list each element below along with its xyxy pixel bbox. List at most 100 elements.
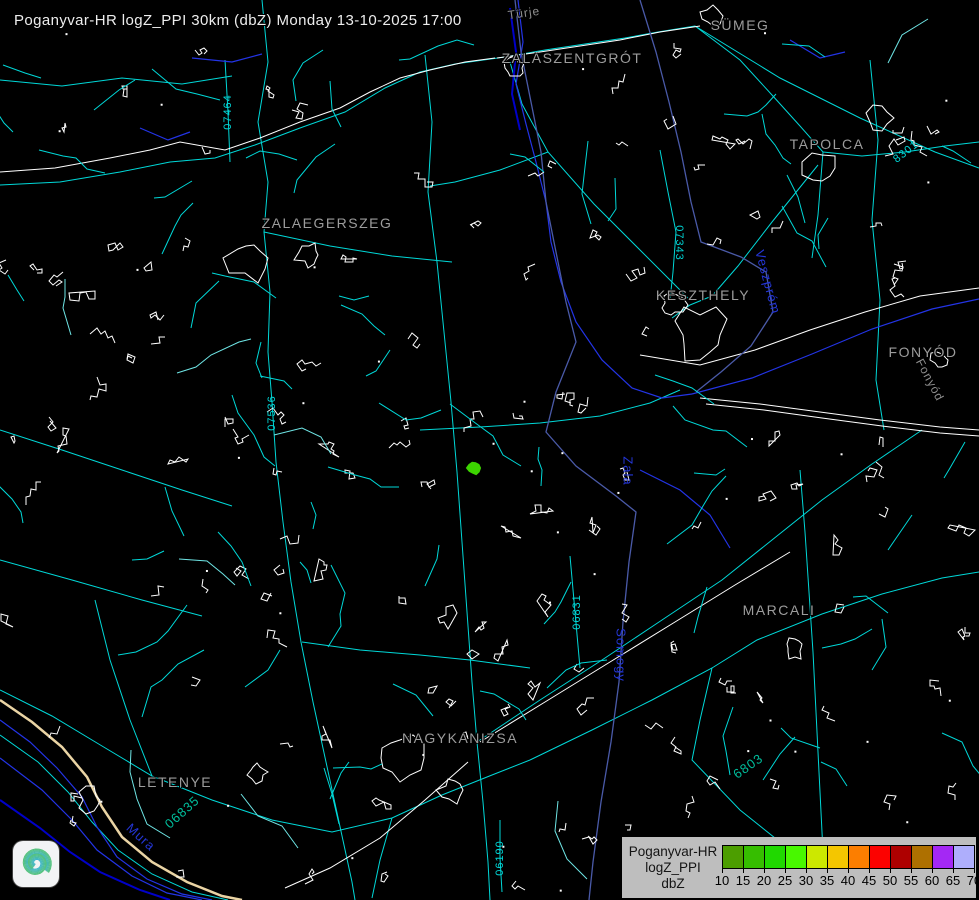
settlement-mark xyxy=(707,238,721,245)
settlement-mark xyxy=(528,681,540,700)
map-road-branch xyxy=(63,279,71,335)
radar-title: Poganyvar-HR logZ_PPI 30km (dbZ) Monday … xyxy=(14,12,462,29)
map-road-line xyxy=(477,430,922,742)
settlement-mark xyxy=(1,614,13,627)
map-road-branch xyxy=(655,375,714,404)
settlement-mark xyxy=(168,457,188,464)
settlement-dot xyxy=(769,720,771,722)
settlement-dot xyxy=(502,846,504,848)
legend-color-bar xyxy=(722,845,975,869)
settlement-mark xyxy=(234,566,249,579)
settlement-mark xyxy=(548,161,556,168)
settlement-mark xyxy=(314,559,327,581)
settlement-mark xyxy=(322,726,332,748)
map-road-line xyxy=(477,742,490,900)
settlement-mark xyxy=(927,126,939,134)
settlement-mark xyxy=(898,261,906,269)
map-road-line xyxy=(672,296,712,318)
map-road-line xyxy=(510,62,690,300)
settlement-mark xyxy=(501,526,521,538)
settlement-mark xyxy=(62,123,66,132)
settlement-mark xyxy=(48,417,56,431)
map-railway-line xyxy=(0,58,495,172)
settlement-mark xyxy=(305,869,314,884)
settlement-mark xyxy=(866,468,877,482)
map-road-branch xyxy=(132,551,164,560)
map-road-line xyxy=(570,556,580,668)
settlement-mark xyxy=(719,678,732,685)
map-road-line xyxy=(0,560,202,616)
settlement-mark xyxy=(438,605,457,629)
settlement-mark xyxy=(712,136,735,149)
map-railway-line xyxy=(706,404,979,436)
settlement-mark xyxy=(750,211,760,219)
met-logo xyxy=(13,841,59,887)
settlement-mark xyxy=(772,221,783,233)
settlement-dot xyxy=(764,32,766,34)
settlement-mark xyxy=(557,392,565,399)
map-road-branch xyxy=(399,40,474,60)
settlement-mark xyxy=(90,377,106,400)
map-road-branch xyxy=(142,650,204,717)
settlement-mark xyxy=(770,779,779,789)
settlement-mark xyxy=(150,312,164,320)
legend-swatch xyxy=(891,846,912,868)
settlement-mark xyxy=(274,565,284,575)
settlement-dot xyxy=(351,857,353,859)
map-road-branch xyxy=(241,794,298,848)
settlement-mark xyxy=(833,535,842,555)
settlement-dot xyxy=(751,438,753,440)
map-road-line xyxy=(425,55,477,742)
map-road-line xyxy=(225,60,230,162)
map-road-branch xyxy=(393,684,433,716)
settlement-mark xyxy=(694,165,705,170)
settlement-dot xyxy=(227,805,229,807)
river-line xyxy=(790,40,845,58)
settlement-mark xyxy=(267,408,286,424)
legend-station-text: Poganyvar-HRlogZ_PPIdbZ xyxy=(626,840,720,895)
settlement-mark xyxy=(671,737,681,754)
map-road-branch xyxy=(152,69,220,100)
settlement-dot xyxy=(314,266,316,268)
map-road-branch xyxy=(538,447,542,486)
map-road-line xyxy=(870,60,884,430)
settlement-mark xyxy=(893,127,904,133)
map-road-branch xyxy=(787,175,805,223)
settlement-dot xyxy=(531,470,533,472)
settlement-dot xyxy=(549,602,551,604)
settlement-mark xyxy=(893,264,903,285)
legend-swatch xyxy=(723,846,744,868)
settlement-mark xyxy=(948,783,956,800)
map-road-line xyxy=(0,430,232,506)
settlement-dot xyxy=(906,821,908,823)
settlement-mark xyxy=(428,686,437,693)
map-road-branch xyxy=(311,502,316,529)
map-road-line xyxy=(264,232,452,262)
settlement-dot xyxy=(65,33,67,35)
map-road-branch xyxy=(480,691,526,720)
settlement-mark xyxy=(620,468,629,480)
map-road-branch xyxy=(245,650,280,687)
legend-swatch xyxy=(765,846,786,868)
settlement-dot xyxy=(493,443,495,445)
settlement-mark xyxy=(727,686,736,693)
map-road-branch xyxy=(333,764,382,769)
legend-swatch xyxy=(912,846,933,868)
map-road-branch xyxy=(274,428,331,454)
settlement-mark xyxy=(280,743,293,747)
settlement-dot xyxy=(927,181,929,183)
settlement-mark xyxy=(577,698,594,715)
settlement-mark xyxy=(965,627,970,636)
legend-station-line: dbZ xyxy=(626,876,720,892)
settlement-mark xyxy=(233,429,249,444)
town-outline xyxy=(294,243,318,268)
map-road-branch xyxy=(260,376,292,389)
settlement-mark xyxy=(948,525,975,536)
settlement-dot xyxy=(206,570,208,572)
settlement-mark xyxy=(528,172,544,176)
settlement-mark xyxy=(267,630,287,647)
map-road-line xyxy=(420,390,680,430)
legend-station-line: Poganyvar-HR xyxy=(626,844,720,860)
map-road-branch xyxy=(330,81,341,127)
map-road-branch xyxy=(212,273,276,298)
